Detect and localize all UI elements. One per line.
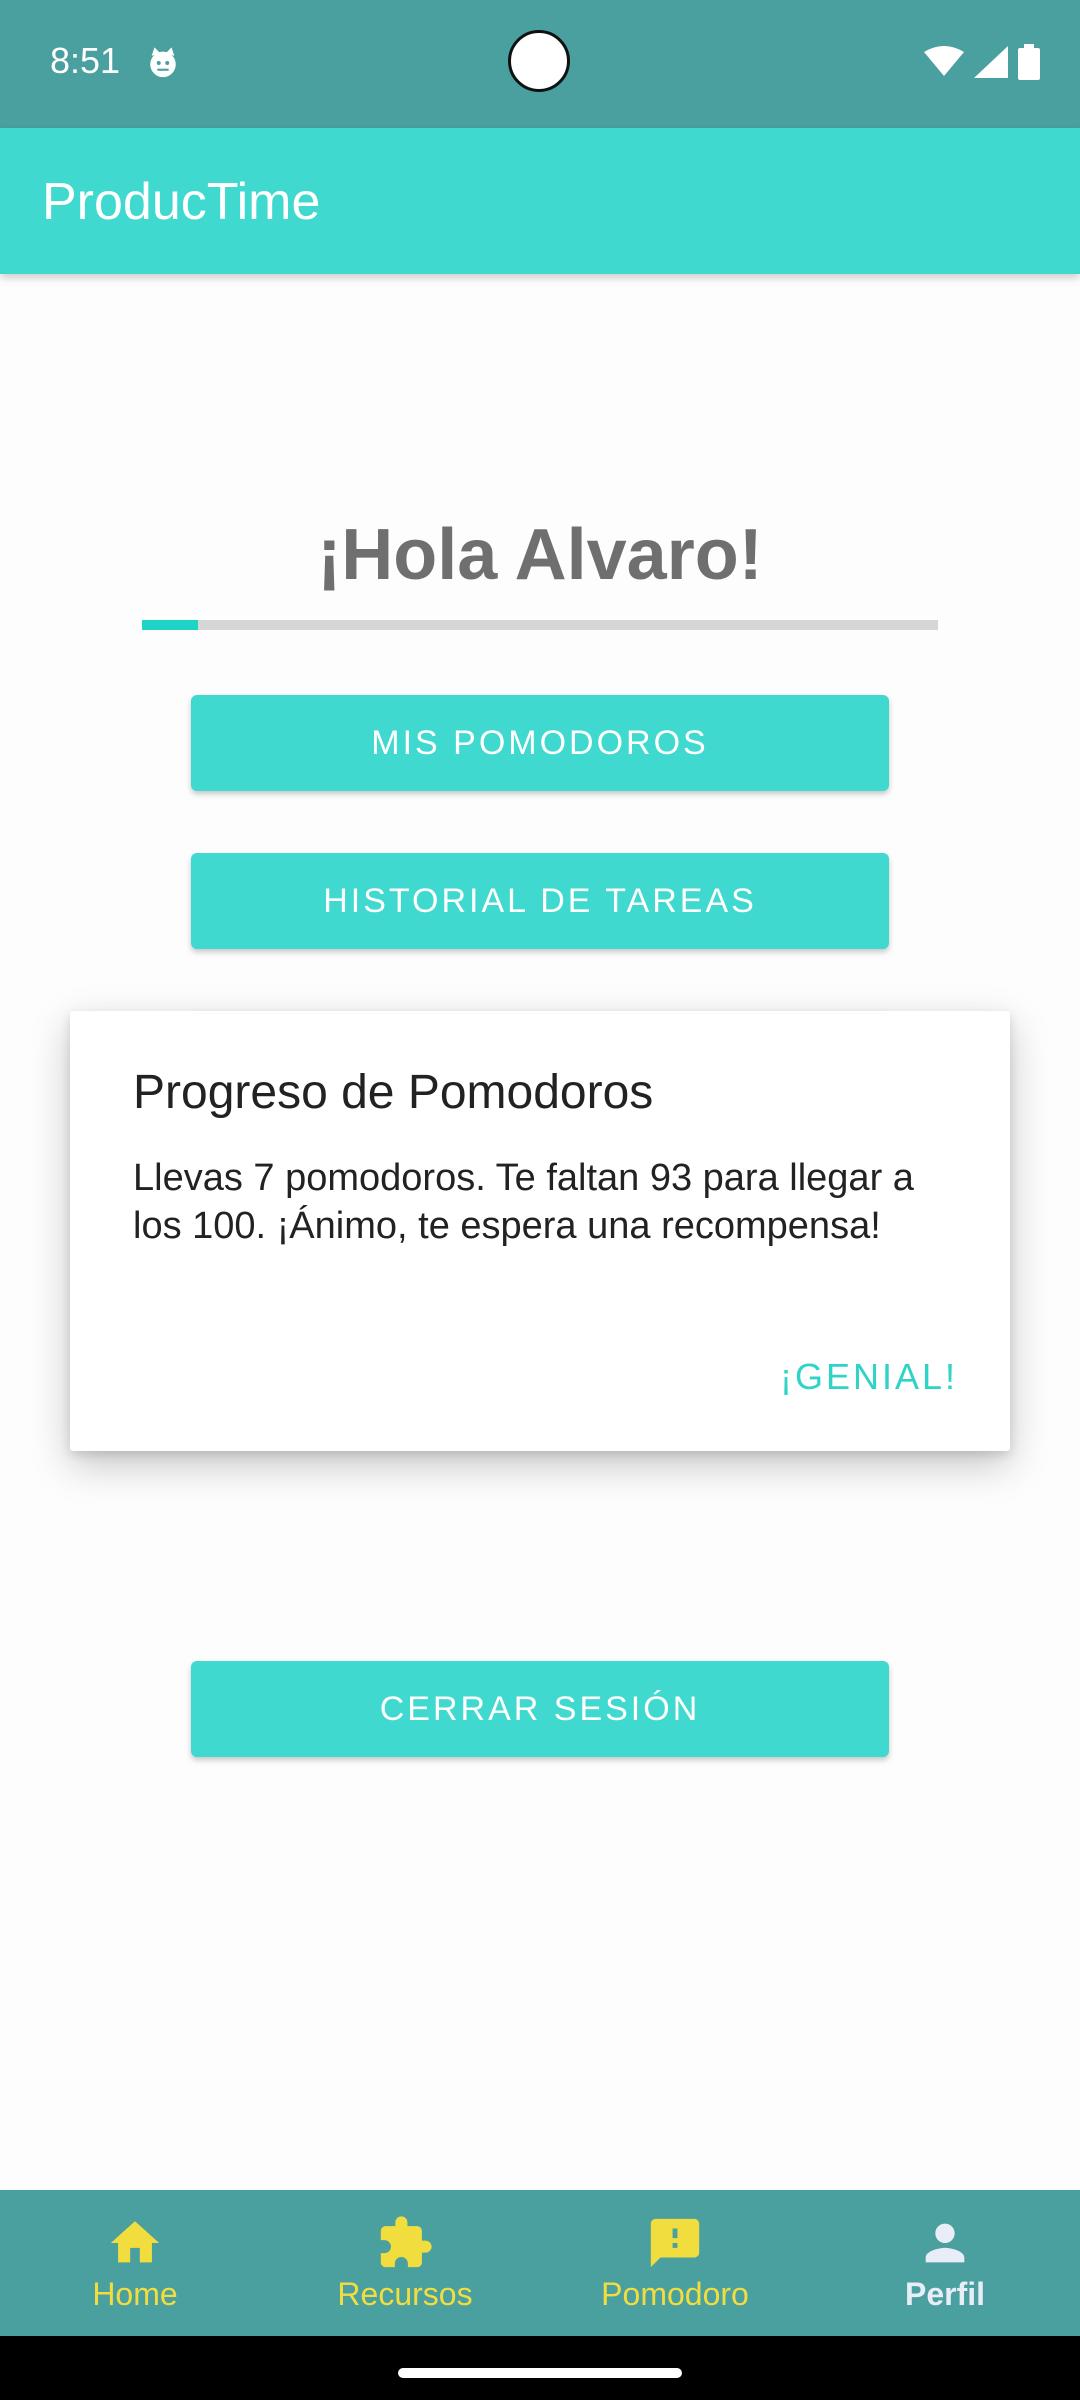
screen: 8:51 ProducTime ¡Hola Alvaro! MIS POMODO… xyxy=(0,0,1080,2400)
person-icon xyxy=(925,2223,965,2262)
nav-label-home: Home xyxy=(92,2275,178,2312)
signal-icon xyxy=(974,46,1008,78)
gesture-handle[interactable] xyxy=(398,2368,682,2378)
historial-tareas-button[interactable]: HISTORIAL DE TAREAS xyxy=(191,853,889,949)
nav-label-recursos: Recursos xyxy=(337,2275,473,2312)
nav-item-recursos[interactable]: Recursos xyxy=(270,2190,540,2336)
camera-cutout xyxy=(508,30,570,92)
home-icon xyxy=(110,2220,160,2262)
app-title: ProducTime xyxy=(42,173,321,231)
cerrar-sesion-button[interactable]: CERRAR SESIÓN xyxy=(191,1661,889,1757)
wifi-icon xyxy=(924,46,964,76)
greeting-text: ¡Hola Alvaro! xyxy=(317,515,763,595)
dialog-title: Progreso de Pomodoros xyxy=(133,1066,654,1119)
cat-notification-icon xyxy=(150,47,176,78)
status-icons xyxy=(924,44,1040,80)
status-bar: 8:51 xyxy=(0,0,1080,128)
nav-item-home[interactable]: Home xyxy=(0,2190,270,2336)
puzzle-icon xyxy=(380,2215,432,2267)
nav-item-perfil[interactable]: Perfil xyxy=(810,2190,1080,2336)
progress-fill xyxy=(142,620,198,630)
status-time: 8:51 xyxy=(50,40,121,81)
feedback-icon xyxy=(650,2218,700,2267)
nav-label-perfil: Perfil xyxy=(904,2275,986,2312)
bottom-navigation: Home Recursos Pomodoro Perfil xyxy=(0,2190,1080,2336)
genial-button[interactable]: ¡GENIAL! xyxy=(780,1356,958,1398)
nav-label-pomodoro: Pomodoro xyxy=(601,2275,749,2312)
mis-pomodoros-button[interactable]: MIS POMODOROS xyxy=(191,695,889,791)
progress-dialog: Progreso de Pomodoros Llevas 7 pomodoros… xyxy=(70,1011,1010,1451)
nav-item-pomodoro[interactable]: Pomodoro xyxy=(540,2190,810,2336)
app-bar: ProducTime xyxy=(0,128,1080,274)
battery-icon xyxy=(1018,44,1040,80)
dialog-message: Llevas 7 pomodoros. Te faltan 93 para ll… xyxy=(133,1157,914,1247)
pomodoro-progress-bar xyxy=(142,620,938,630)
